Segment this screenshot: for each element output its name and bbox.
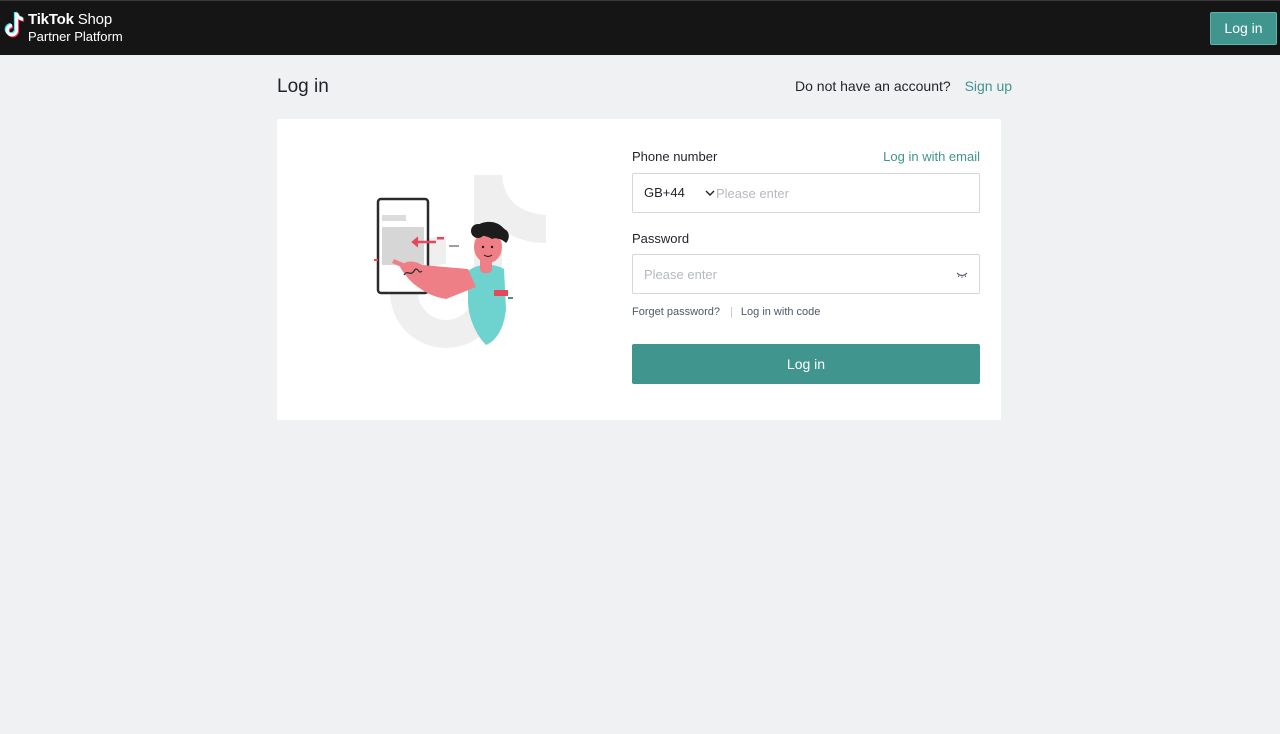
brand-name: TikTok Shop <box>28 11 112 28</box>
login-card: Phone number Log in with email GB+44 Pas… <box>277 119 1001 420</box>
chevron-down-icon <box>705 190 715 196</box>
password-field <box>632 254 980 294</box>
signup-prompt: Do not have an account? Sign up <box>795 78 1012 94</box>
brand-shop-text: Shop <box>77 11 112 28</box>
secondary-links: Forget password? | Log in with code <box>632 306 980 322</box>
header-login-button[interactable]: Log in <box>1210 12 1277 45</box>
signup-link[interactable]: Sign up <box>965 78 1012 94</box>
login-with-email-link[interactable]: Log in with email <box>883 149 980 164</box>
phone-field: GB+44 <box>632 173 980 213</box>
password-input[interactable] <box>644 255 944 293</box>
no-account-text: Do not have an account? <box>795 78 951 94</box>
link-separator: | <box>730 306 733 318</box>
phone-label-row: Phone number Log in with email <box>632 149 980 169</box>
page-title: Log in <box>277 76 329 97</box>
phone-label: Phone number <box>632 149 718 164</box>
eye-closed-icon[interactable] <box>956 268 968 280</box>
forget-password-link[interactable]: Forget password? <box>632 306 720 318</box>
login-with-code-link[interactable]: Log in with code <box>741 306 821 318</box>
login-submit-button[interactable]: Log in <box>632 344 980 384</box>
phone-input[interactable] <box>716 174 966 212</box>
tiktok-logo-icon <box>4 11 25 38</box>
top-navigation-bar: TikTok Shop Partner Platform Log in <box>0 0 1280 55</box>
password-label: Password <box>632 231 690 246</box>
country-code-value: GB+44 <box>644 185 685 200</box>
brand-tiktok-text: TikTok <box>28 11 74 28</box>
login-illustration <box>374 175 546 348</box>
country-code-select[interactable]: GB+44 <box>644 174 715 212</box>
login-form: Phone number Log in with email GB+44 Pas… <box>632 149 980 384</box>
password-label-row: Password <box>632 231 980 251</box>
brand-subtitle: Partner Platform <box>28 29 123 44</box>
